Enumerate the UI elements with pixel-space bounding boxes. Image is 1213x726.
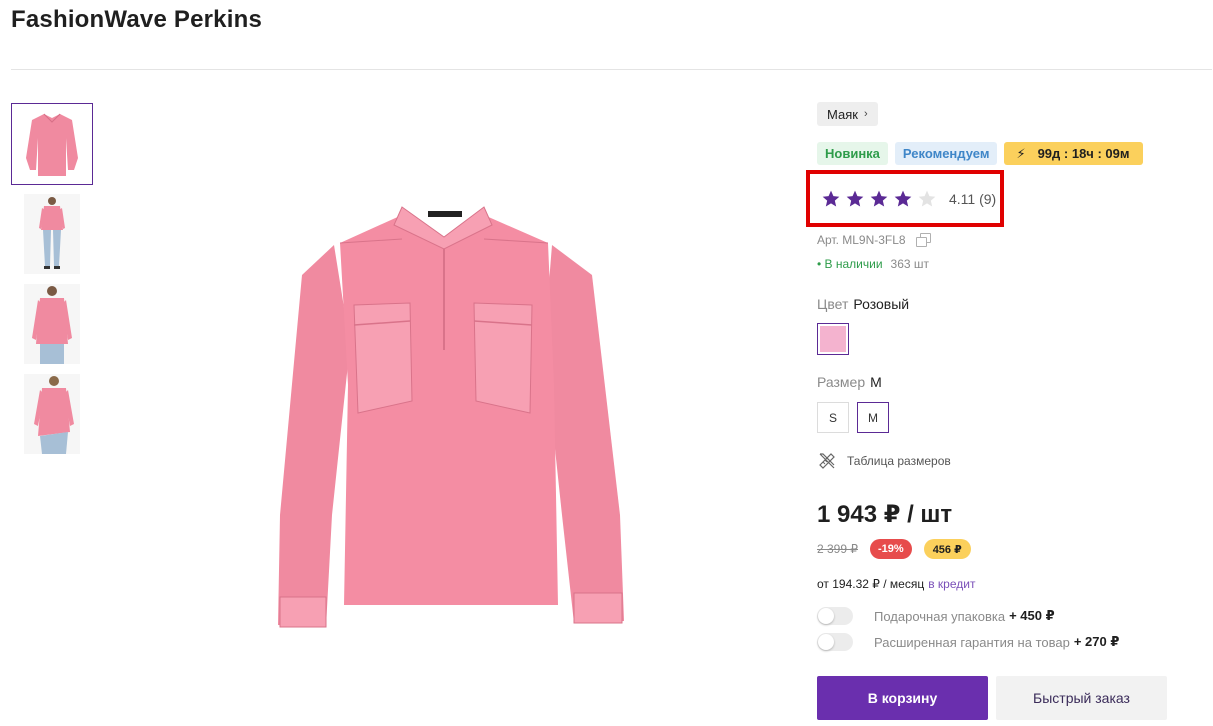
size-value: M — [870, 374, 882, 390]
article-row: Арт. ML9N-3FL8 — [817, 233, 932, 247]
blouse-image — [278, 206, 624, 628]
chevron-right-icon: › — [863, 108, 868, 120]
size-table-link[interactable]: Таблица размеров — [817, 451, 951, 471]
color-label: Цвет Розовый — [817, 296, 909, 312]
star-icon — [822, 190, 840, 206]
blouse-flat-thumbnail — [26, 113, 78, 176]
badge-recommend: Рекомендуем — [894, 142, 998, 165]
credit-text: от 194.32 ₽ / месяц — [817, 577, 925, 591]
copy-icon[interactable] — [915, 233, 932, 247]
add-to-cart-button[interactable]: В корзину — [817, 676, 988, 720]
warranty-price: + 270 ₽ — [1073, 634, 1120, 649]
price-details: 2 399 ₽ -19% 456 ₽ — [817, 539, 971, 559]
badge-new: Новинка — [817, 142, 888, 165]
size-options: S M — [817, 402, 889, 433]
thumbnail-1[interactable] — [11, 103, 93, 185]
star-empty-icon — [918, 190, 936, 206]
stock-quantity: 363 шт — [890, 257, 930, 271]
gift-wrap-toggle[interactable] — [817, 607, 853, 625]
stock-status: • В наличии — [817, 257, 883, 271]
gift-wrap-label: Подарочная упаковка — [874, 608, 1006, 624]
thumbnail-4[interactable] — [11, 373, 93, 455]
size-label: Размер M — [817, 374, 882, 390]
color-swatch[interactable] — [817, 323, 849, 355]
ruler-pencil-icon — [819, 453, 835, 469]
warranty-label: Расширенная гарантия на товар — [874, 634, 1070, 650]
warranty-toggle[interactable] — [817, 633, 853, 651]
model-half-thumbnail — [24, 284, 80, 364]
article-number: Арт. ML9N-3FL8 — [817, 233, 906, 247]
thumbnail-3[interactable] — [11, 283, 93, 365]
product-title: FashionWave Perkins — [11, 6, 262, 33]
star-icon — [846, 190, 864, 206]
thumbnail-list — [11, 103, 93, 463]
rating-value: 4.11 (9) — [949, 190, 997, 207]
main-product-image[interactable] — [262, 185, 642, 635]
credit-link[interactable]: в кредит — [928, 577, 975, 591]
gift-wrap-option: Подарочная упаковка + 450 ₽ — [817, 607, 1055, 625]
lightning-icon: ⚡ — [1016, 145, 1026, 161]
star-icon — [870, 190, 888, 206]
quick-order-button[interactable]: Быстрый заказ — [996, 676, 1167, 720]
model-front-thumbnail — [24, 194, 80, 274]
badge-row: Новинка Рекомендуем ⚡ 99д : 18ч : 09м — [817, 142, 1144, 165]
header-divider — [11, 69, 1212, 70]
bonus-badge: 456 ₽ — [923, 539, 971, 559]
color-value: Розовый — [853, 296, 910, 312]
size-table-label: Таблица размеров — [847, 454, 951, 468]
thumbnail-2[interactable] — [11, 193, 93, 275]
gift-wrap-price: + 450 ₽ — [1009, 608, 1055, 623]
credit-row: от 194.32 ₽ / месяц в кредит — [817, 577, 975, 591]
color-label-text: Цвет — [817, 296, 849, 312]
brand-chip-label: Маяк — [827, 106, 858, 122]
rating-highlight[interactable]: 4.11 (9) — [806, 170, 1004, 227]
product-info: Маяк › Новинка Рекомендуем ⚡ 99д : 18ч :… — [806, 102, 1207, 720]
timer-text: 99д : 18ч : 09м — [1037, 146, 1130, 161]
current-price: 1 943 ₽ / шт — [817, 501, 953, 528]
warranty-option: Расширенная гарантия на товар + 270 ₽ — [817, 633, 1119, 651]
badge-timer: ⚡ 99д : 18ч : 09м — [1004, 142, 1144, 165]
size-label-text: Размер — [817, 374, 866, 390]
size-option-s[interactable]: S — [817, 402, 849, 433]
star-icon — [894, 190, 912, 206]
model-back-thumbnail — [24, 374, 80, 454]
color-swatch-fill — [820, 326, 846, 352]
old-price: 2 399 ₽ — [817, 542, 858, 556]
discount-badge: -19% — [870, 539, 912, 559]
brand-chip[interactable]: Маяк › — [817, 102, 878, 126]
stock-row: • В наличии 363 шт — [817, 257, 929, 271]
size-option-m[interactable]: M — [857, 402, 889, 433]
